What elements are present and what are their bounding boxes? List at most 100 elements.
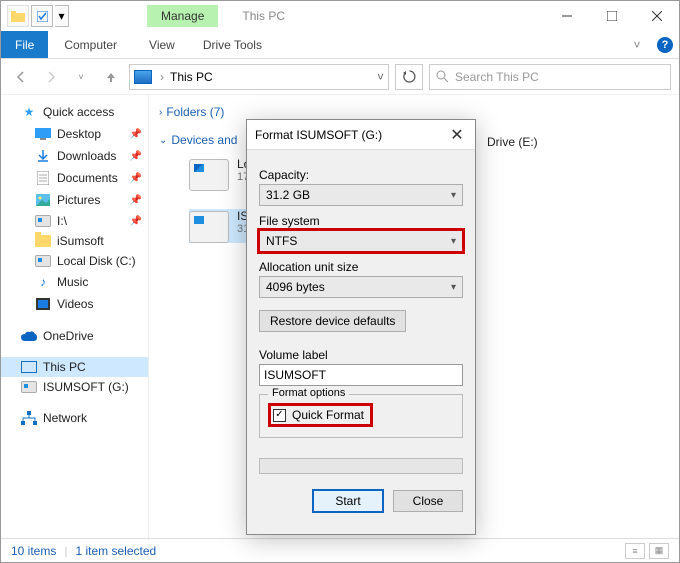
- select-value: 4096 bytes: [266, 280, 325, 294]
- format-dialog: Format ISUMSOFT (G:) ✕ Capacity: 31.2 GB…: [246, 119, 476, 535]
- volume-label-label: Volume label: [259, 348, 463, 362]
- drive-title: Drive (E:): [487, 135, 538, 149]
- format-options-group: Format options ✓ Quick Format: [259, 394, 463, 438]
- chevron-down-icon: ▾: [451, 190, 456, 201]
- sidebar-item-desktop[interactable]: Desktop 📌: [1, 123, 148, 145]
- nav-pane: ★ Quick access Desktop 📌 Downloads 📌 Doc…: [1, 95, 149, 540]
- sidebar-item-label: Downloads: [57, 149, 116, 163]
- ribbon: File Computer View Drive Tools ˅ ?: [1, 31, 679, 59]
- drive-icon: [35, 255, 51, 267]
- select-value: 31.2 GB: [266, 188, 310, 202]
- quick-access-toolbar: ▾: [1, 5, 69, 27]
- back-button[interactable]: [9, 65, 33, 89]
- quick-format-checkbox[interactable]: ✓ Quick Format: [273, 408, 364, 422]
- close-dialog-button[interactable]: Close: [393, 490, 463, 512]
- refresh-button[interactable]: [395, 64, 423, 90]
- forward-button[interactable]: [39, 65, 63, 89]
- chevron-right-icon[interactable]: ›: [158, 70, 166, 84]
- sidebar-item-pictures[interactable]: Pictures 📌: [1, 189, 148, 211]
- sidebar-item-downloads[interactable]: Downloads 📌: [1, 145, 148, 167]
- sidebar-item-label: ISUMSOFT (G:): [43, 380, 129, 394]
- tab-drive-tools[interactable]: Drive Tools: [191, 31, 274, 58]
- close-button[interactable]: [634, 1, 679, 31]
- chevron-down-icon: ▾: [451, 282, 456, 293]
- status-selected-count: 1 item selected: [75, 544, 156, 558]
- sidebar-item-this-pc[interactable]: This PC: [1, 357, 148, 377]
- filesystem-label: File system: [259, 214, 463, 228]
- desktop-icon: [35, 126, 51, 142]
- recent-dropdown-button[interactable]: ˅: [69, 65, 93, 89]
- sidebar-item-onedrive[interactable]: OneDrive: [1, 325, 148, 347]
- group-label: Folders (7): [166, 105, 224, 119]
- select-value: NTFS: [266, 234, 297, 248]
- sidebar-item-label: Documents: [57, 171, 118, 185]
- view-details-button[interactable]: ≡: [625, 543, 645, 559]
- sidebar-item-label: Local Disk (C:): [57, 254, 136, 268]
- sidebar-item-isumsoft-g[interactable]: ISUMSOFT (G:): [1, 377, 148, 397]
- capacity-label: Capacity:: [259, 168, 463, 182]
- tab-view[interactable]: View: [133, 31, 191, 58]
- dialog-titlebar[interactable]: Format ISUMSOFT (G:) ✕: [247, 120, 475, 150]
- up-button[interactable]: [99, 65, 123, 89]
- pictures-icon: [35, 192, 51, 208]
- allocation-select[interactable]: 4096 bytes ▾: [259, 276, 463, 298]
- pc-icon: [21, 361, 37, 373]
- search-icon: [436, 70, 449, 83]
- capacity-select[interactable]: 31.2 GB ▾: [259, 184, 463, 206]
- network-icon: [21, 410, 37, 426]
- volume-label-input[interactable]: ISUMSOFT: [259, 364, 463, 386]
- sidebar-item-label: OneDrive: [43, 329, 94, 343]
- pin-icon: 📌: [130, 129, 142, 140]
- dialog-title: Format ISUMSOFT (G:): [255, 128, 382, 142]
- sidebar-item-network[interactable]: Network: [1, 407, 148, 429]
- pin-icon: 📌: [130, 195, 142, 206]
- sidebar-item-isumsoft[interactable]: iSumsoft: [1, 231, 148, 251]
- sidebar-item-label: iSumsoft: [57, 234, 104, 248]
- sidebar-item-music[interactable]: ♪ Music: [1, 271, 148, 293]
- address-box[interactable]: › This PC ˅: [129, 64, 389, 90]
- chevron-right-icon: ›: [159, 107, 162, 118]
- chevron-down-icon: ⌄: [159, 135, 167, 146]
- close-button[interactable]: ✕: [447, 125, 467, 145]
- cloud-icon: [21, 328, 37, 344]
- help-button[interactable]: ?: [651, 31, 679, 58]
- drive-e[interactable]: Drive (E:): [469, 135, 538, 149]
- manage-context-tab[interactable]: Manage: [147, 5, 218, 27]
- address-bar: ˅ › This PC ˅ Search This PC: [1, 59, 679, 95]
- sidebar-item-label: Network: [43, 411, 87, 425]
- pin-icon: 📌: [130, 173, 142, 184]
- filesystem-select[interactable]: NTFS ▾: [259, 230, 463, 252]
- sidebar-item-videos[interactable]: Videos: [1, 293, 148, 315]
- ribbon-expand-button[interactable]: ˅: [623, 31, 651, 58]
- drive-icon: [189, 211, 229, 243]
- tab-computer[interactable]: Computer: [48, 31, 133, 58]
- search-input[interactable]: Search This PC: [429, 64, 671, 90]
- progress-bar: [259, 458, 463, 474]
- maximize-button[interactable]: [589, 1, 634, 31]
- qat-new-folder-button[interactable]: [7, 5, 29, 27]
- statusbar: 10 items | 1 item selected ≡ ▦: [1, 538, 679, 562]
- sidebar-item-quick-access[interactable]: ★ Quick access: [1, 101, 148, 123]
- qat-menu-button[interactable]: ▾: [55, 5, 69, 27]
- sidebar-item-idrive[interactable]: I:\ 📌: [1, 211, 148, 231]
- drive-icon: [21, 381, 37, 393]
- restore-defaults-button[interactable]: Restore device defaults: [259, 310, 406, 332]
- star-icon: ★: [21, 104, 37, 120]
- view-large-icons-button[interactable]: ▦: [649, 543, 669, 559]
- sidebar-item-documents[interactable]: Documents 📌: [1, 167, 148, 189]
- pin-icon: 📌: [130, 151, 142, 162]
- sidebar-item-label: Desktop: [57, 127, 101, 141]
- qat-properties-button[interactable]: [31, 5, 53, 27]
- tab-file[interactable]: File: [1, 31, 48, 58]
- folder-icon: [35, 235, 51, 247]
- pin-icon: 📌: [130, 216, 142, 227]
- titlebar: ▾ Manage This PC: [1, 1, 679, 31]
- sidebar-item-label: This PC: [43, 360, 86, 374]
- sidebar-item-label: Music: [57, 275, 88, 289]
- start-button[interactable]: Start: [313, 490, 383, 512]
- minimize-button[interactable]: [544, 1, 589, 31]
- status-item-count: 10 items: [11, 544, 56, 558]
- address-dropdown-button[interactable]: ˅: [377, 70, 384, 84]
- sidebar-item-localdisk-c[interactable]: Local Disk (C:): [1, 251, 148, 271]
- breadcrumb-this-pc[interactable]: This PC: [166, 70, 217, 84]
